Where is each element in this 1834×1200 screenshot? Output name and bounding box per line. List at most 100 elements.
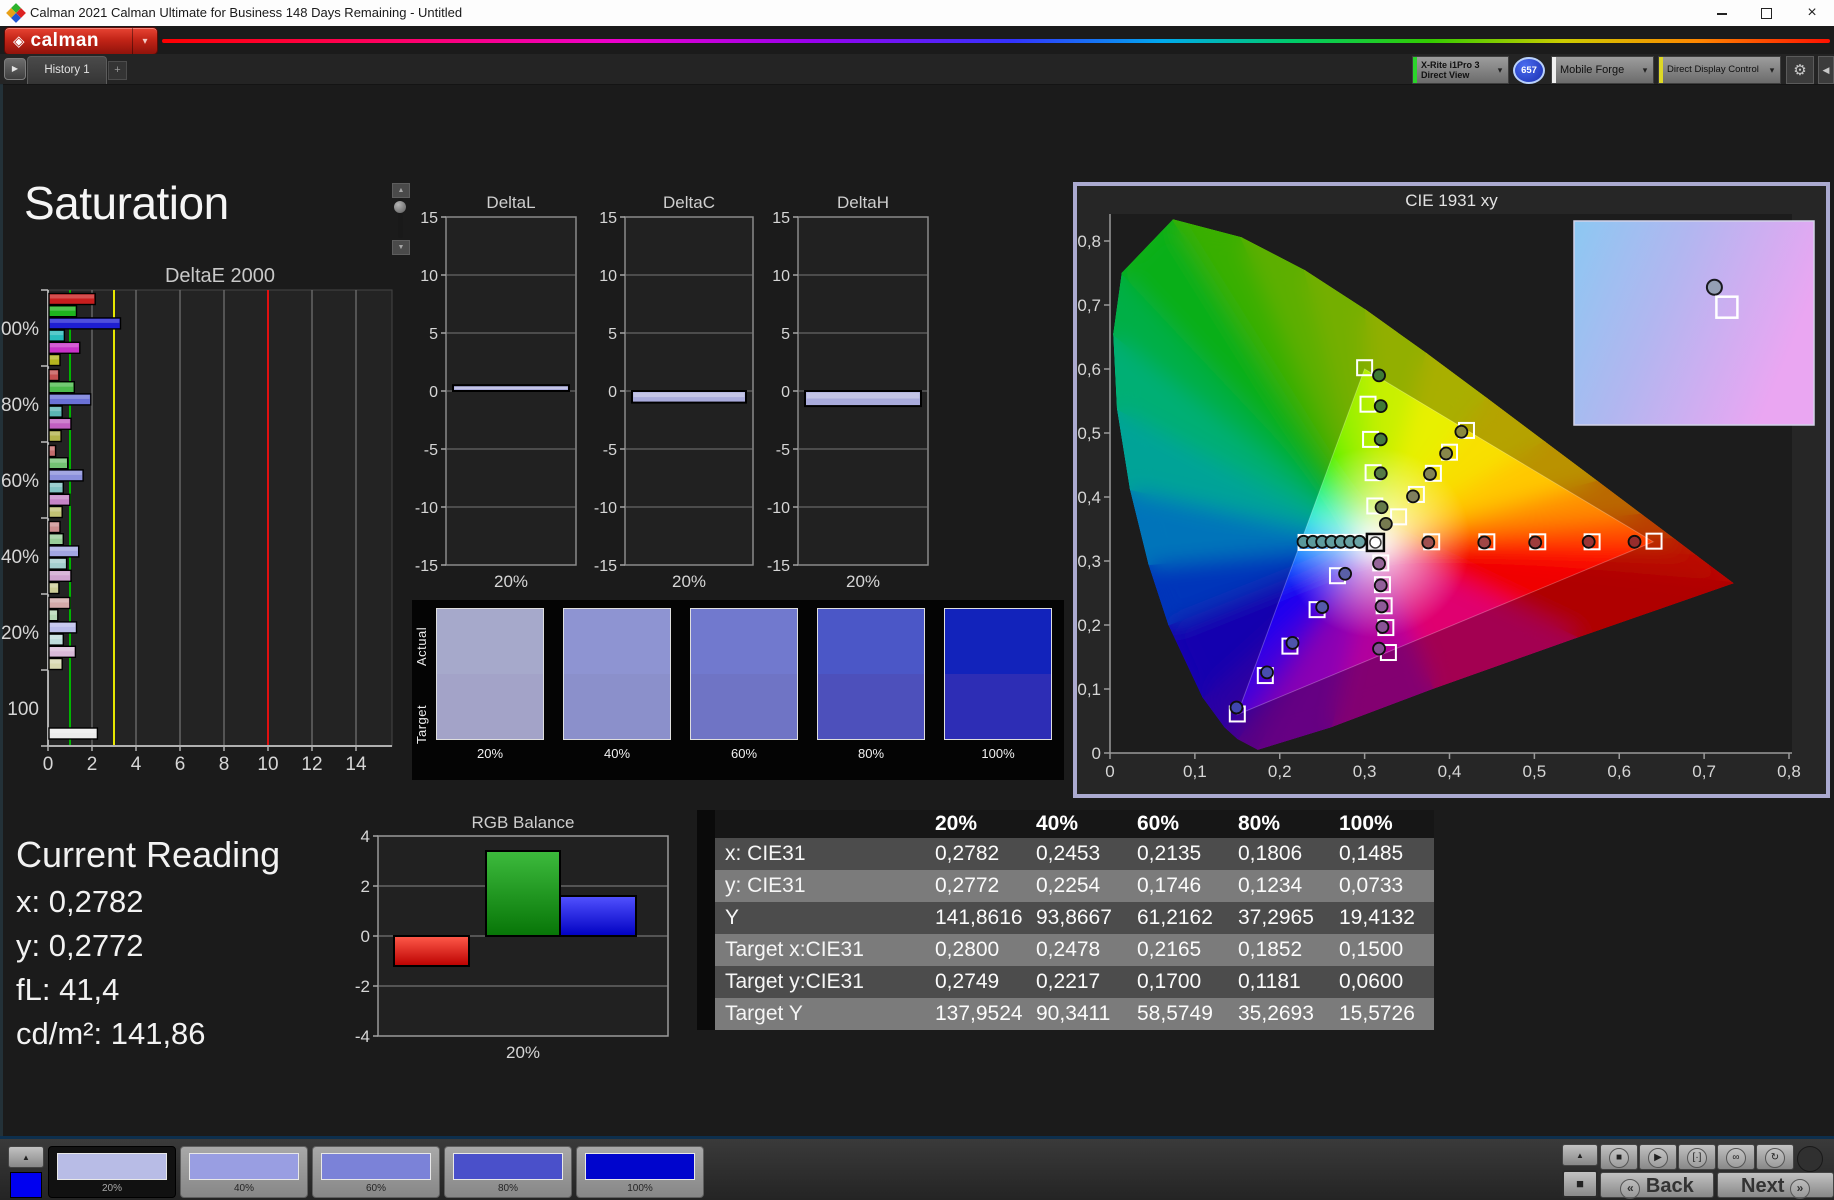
svg-text:20%: 20% <box>672 572 706 591</box>
current-reading-fl: fL: 41,4 <box>16 972 120 1007</box>
patch-button-20%[interactable]: 20% <box>48 1146 176 1198</box>
next-button[interactable]: Next » <box>1717 1172 1834 1199</box>
refresh-button[interactable]: ↻ <box>1756 1144 1794 1170</box>
next-label: Next <box>1741 1175 1785 1197</box>
actual-target-patch-100% <box>944 608 1052 740</box>
svg-text:RGB Balance: RGB Balance <box>472 813 575 832</box>
svg-text:0,2: 0,2 <box>1268 762 1292 781</box>
table-cell: 0,0733 <box>1333 870 1434 902</box>
actual-target-patch-60% <box>690 608 798 740</box>
table-cell: 0,2135 <box>1131 838 1232 870</box>
back-button[interactable]: « Back <box>1600 1172 1714 1199</box>
svg-text:0,1: 0,1 <box>1077 680 1101 699</box>
table-cell: 0,0600 <box>1333 966 1434 998</box>
svg-text:-10: -10 <box>415 500 438 517</box>
patch-button-100%[interactable]: 100% <box>576 1146 704 1198</box>
table-row: Target x:CIE31 0,2800 0,2478 0,2165 0,1852 0,… <box>697 934 1437 966</box>
svg-text:DeltaE 2000: DeltaE 2000 <box>165 265 275 287</box>
expand-controls-button[interactable]: ▲ <box>1562 1144 1598 1166</box>
table-cell: 37,2965 <box>1232 902 1333 934</box>
target-color <box>818 674 924 739</box>
svg-text:0,5: 0,5 <box>1077 424 1101 443</box>
table-header-cell: 100% <box>1333 810 1434 838</box>
table-cell: 0,2749 <box>929 966 1030 998</box>
stop-button[interactable]: ■ <box>1600 1144 1638 1170</box>
svg-text:20%: 20% <box>506 1043 540 1062</box>
stop-icon: ■ <box>1576 1176 1584 1191</box>
svg-text:0,8: 0,8 <box>1077 232 1101 251</box>
table-cell: 0,1852 <box>1232 934 1333 966</box>
rgb-balance-chart: RGB Balance 4 2 0 -2 -4 20% <box>355 813 669 1062</box>
table-cell: 0,2772 <box>929 870 1030 902</box>
single-measure-icon: [·] <box>1687 1148 1707 1168</box>
target-color <box>691 674 797 739</box>
table-cell: 0,2165 <box>1131 934 1232 966</box>
target-color <box>564 674 670 739</box>
delta-chart-deltah: DeltaH 15 10 5 0 -5 -10 -15 20% <box>767 193 929 591</box>
patch-button-label: 80% <box>497 1183 518 1194</box>
up-arrow-icon: ▲ <box>22 1153 30 1162</box>
table-row-label: Target y:CIE31 <box>715 966 929 998</box>
patch-button-80%[interactable]: 80% <box>444 1146 572 1198</box>
play-icon: ▶ <box>1648 1148 1668 1168</box>
expand-patches-button[interactable]: ▲ <box>8 1146 44 1168</box>
patch-button-40%[interactable]: 40% <box>180 1146 308 1198</box>
table-row: y: CIE31 0,2772 0,2254 0,1746 0,1234 0,0733 <box>697 870 1437 902</box>
svg-text:6: 6 <box>175 754 186 775</box>
stop-measure-button[interactable]: ■ <box>1562 1170 1598 1198</box>
svg-text:5: 5 <box>781 326 790 343</box>
status-lamp <box>1797 1146 1823 1172</box>
next-chevron-icon: » <box>1789 1179 1810 1199</box>
actual-target-patch-40% <box>563 608 671 740</box>
svg-text:-2: -2 <box>355 977 370 996</box>
table-row-label: y: CIE31 <box>715 870 929 902</box>
table-cell: 35,2693 <box>1232 998 1333 1030</box>
up-arrow-icon: ▲ <box>1576 1151 1584 1160</box>
svg-text:0: 0 <box>361 927 370 946</box>
table-header-cell: 20% <box>929 810 1030 838</box>
svg-text:0,6: 0,6 <box>1077 360 1101 379</box>
table-row: x: CIE31 0,2782 0,2453 0,2135 0,1806 0,1485 <box>697 838 1437 870</box>
svg-text:4: 4 <box>131 754 142 775</box>
svg-text:0: 0 <box>1092 744 1101 763</box>
patch-button-label: 40% <box>233 1183 254 1194</box>
table-row: Target Y 137,9524 90,3411 58,5749 35,2693 15,… <box>697 998 1437 1030</box>
continuous-measure-button[interactable]: ∞ <box>1717 1144 1755 1170</box>
table-cell: 90,3411 <box>1030 998 1131 1030</box>
svg-text:60%: 60% <box>1 471 39 492</box>
svg-text:10: 10 <box>420 268 438 285</box>
table-row: Y 141,8616 93,8667 61,2162 37,2965 19,4132 <box>697 902 1437 934</box>
svg-text:2: 2 <box>87 754 98 775</box>
table-cell: 0,1181 <box>1232 966 1333 998</box>
patch-button-label: 60% <box>365 1183 386 1194</box>
svg-text:5: 5 <box>608 326 617 343</box>
table-row-label: Target x:CIE31 <box>715 934 929 966</box>
svg-text:4: 4 <box>361 827 370 846</box>
svg-text:-15: -15 <box>594 558 617 575</box>
table-cell: 0,2782 <box>929 838 1030 870</box>
table-cell: 0,1746 <box>1131 870 1232 902</box>
svg-text:0: 0 <box>43 754 54 775</box>
current-patch-indicator <box>10 1172 42 1198</box>
actual-row-label: Actual <box>414 626 429 666</box>
patch-button-label: 20% <box>101 1183 122 1194</box>
patch-button-label: 100% <box>627 1183 653 1194</box>
svg-text:14: 14 <box>345 754 367 775</box>
patch-label: 40% <box>603 746 631 761</box>
svg-text:-4: -4 <box>355 1027 370 1046</box>
current-reading-title: Current Reading <box>16 834 281 875</box>
table-cell: 0,2453 <box>1030 838 1131 870</box>
svg-text:DeltaC: DeltaC <box>663 193 715 212</box>
table-header-cell: 40% <box>1030 810 1131 838</box>
svg-text:10: 10 <box>599 268 617 285</box>
single-measure-button[interactable]: [·] <box>1678 1144 1716 1170</box>
actual-color <box>691 609 797 674</box>
svg-text:0: 0 <box>608 384 617 401</box>
table-header-cell: 60% <box>1131 810 1232 838</box>
patch-color-chip <box>57 1153 167 1180</box>
table-cell: 0,1485 <box>1333 838 1434 870</box>
patch-color-chip <box>189 1153 299 1180</box>
patch-button-60%[interactable]: 60% <box>312 1146 440 1198</box>
measurement-table: 20% 40% 60% 80% 100% x: CIE31 0,2782 0,2453 0,21… <box>697 810 1437 1030</box>
play-button[interactable]: ▶ <box>1639 1144 1677 1170</box>
